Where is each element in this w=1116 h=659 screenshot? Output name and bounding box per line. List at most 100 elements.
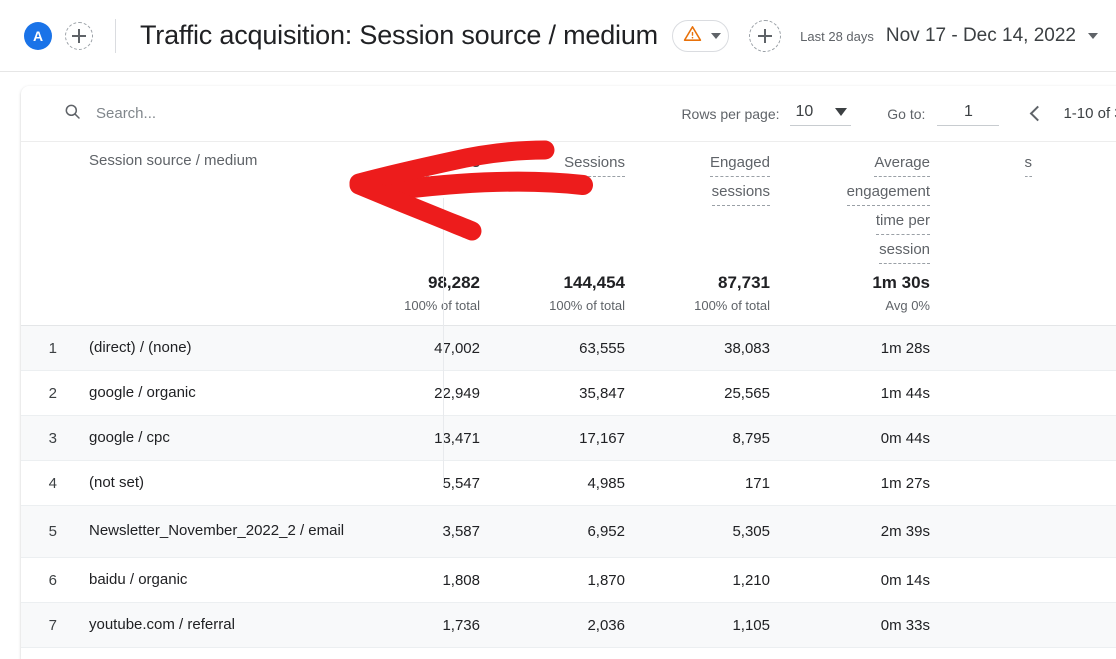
- row-users: 1,736: [357, 603, 502, 647]
- totals-engaged-value: 87,731: [718, 273, 770, 293]
- totals-avgtime-sub: Avg 0%: [885, 298, 930, 313]
- row-avg-engagement-time: 2m 39s: [792, 506, 952, 557]
- row-dimension[interactable]: (direct) / (none): [67, 326, 357, 370]
- row-engaged-sessions: 171: [647, 461, 792, 505]
- table-row[interactable]: 3google / cpc13,47117,1678,7950m 44s: [21, 416, 1116, 461]
- row-clipped: [952, 603, 1032, 647]
- row-dimension[interactable]: youtube.com / referral: [67, 603, 357, 647]
- table-header-row: Session source / medium ↓Users Sessions …: [21, 142, 1116, 260]
- plus-icon: [72, 29, 86, 43]
- metric-header-users[interactable]: ↓Users: [357, 142, 502, 260]
- totals-avgtime-value: 1m 30s: [872, 273, 930, 293]
- rows-per-page-select[interactable]: 10: [790, 101, 852, 126]
- table-row[interactable]: 5Newsletter_November_2022_2 / email3,587…: [21, 506, 1116, 558]
- row-index: 1: [21, 326, 67, 370]
- row-dimension[interactable]: (not set): [67, 461, 357, 505]
- row-engaged-sessions: 1,210: [647, 558, 792, 602]
- row-dimension[interactable]: Newsletter_November_2022_2 / email: [67, 506, 357, 557]
- dimension-column-header[interactable]: Session source / medium: [67, 142, 357, 260]
- metric-header-avg-engagement-time[interactable]: Averageengagementtime persession: [792, 142, 952, 260]
- row-index: 5: [21, 506, 67, 557]
- row-avg-engagement-time: 0m 33s: [792, 603, 952, 647]
- row-users: 3,587: [357, 506, 502, 557]
- metric-header-clipped[interactable]: s: [952, 142, 1032, 260]
- row-engaged-sessions: 25,565: [647, 371, 792, 415]
- row-users: 5,547: [357, 461, 502, 505]
- totals-engaged-sub: 100% of total: [694, 298, 770, 313]
- row-engaged-sessions: 38,083: [647, 326, 792, 370]
- search-input[interactable]: [96, 105, 356, 122]
- row-users: 1,808: [357, 558, 502, 602]
- row-clipped: [952, 371, 1032, 415]
- pagination-range: 1-10 of 33: [1063, 105, 1116, 122]
- row-dimension[interactable]: google / organic: [67, 371, 357, 415]
- metric-header-sessions[interactable]: Sessions: [502, 142, 647, 260]
- search-box[interactable]: [63, 102, 356, 126]
- date-range-label: Last 28 days: [800, 29, 874, 44]
- header-index-cell: [21, 142, 67, 260]
- data-warning-chip[interactable]: [672, 20, 729, 52]
- metric-header-line: Engaged: [710, 151, 770, 177]
- row-clipped: [952, 416, 1032, 460]
- chevron-down-icon[interactable]: [711, 33, 721, 39]
- row-avg-engagement-time: 1m 28s: [792, 326, 952, 370]
- totals-sessions: 144,454 100% of total: [502, 260, 647, 325]
- page-title: Traffic acquisition: Session source / me…: [140, 20, 658, 51]
- row-engaged-sessions: 8,795: [647, 416, 792, 460]
- table-row[interactable]: 2google / organic22,94935,84725,5651m 44…: [21, 371, 1116, 416]
- row-index: 6: [21, 558, 67, 602]
- add-property-button[interactable]: [65, 22, 93, 50]
- row-users: 47,002: [357, 326, 502, 370]
- row-dimension[interactable]: baidu / organic: [67, 558, 357, 602]
- avatar[interactable]: A: [24, 22, 52, 50]
- row-avg-engagement-time: 1m 44s: [792, 371, 952, 415]
- row-index: 7: [21, 603, 67, 647]
- totals-users-value: 98,282: [428, 273, 480, 293]
- goto-page-value: 1: [964, 103, 973, 120]
- metric-header-line: s: [1025, 151, 1033, 177]
- arrow-down-icon: ↓: [426, 151, 433, 173]
- table-body: 1(direct) / (none)47,00263,55538,0831m 2…: [21, 326, 1116, 648]
- metric-header-line: engagement: [847, 180, 930, 206]
- row-clipped: [952, 506, 1032, 557]
- row-avg-engagement-time: 0m 44s: [792, 416, 952, 460]
- chevron-left-icon[interactable]: [1025, 104, 1045, 124]
- add-comparison-button[interactable]: [749, 20, 781, 52]
- warning-triangle-icon: [683, 24, 702, 48]
- date-range-selector[interactable]: Last 28 days Nov 17 - Dec 14, 2022: [800, 25, 1098, 47]
- metric-header-engaged-sessions[interactable]: Engaged sessions: [647, 142, 792, 260]
- goto-label: Go to:: [887, 106, 925, 122]
- table-row[interactable]: 7youtube.com / referral1,7362,0361,1050m…: [21, 603, 1116, 648]
- search-icon: [63, 102, 82, 126]
- totals-users: 98,282 100% of total: [357, 260, 502, 325]
- totals-avgtime: 1m 30s Avg 0%: [792, 260, 952, 325]
- table-row[interactable]: 6baidu / organic1,8081,8701,2100m 14s: [21, 558, 1116, 603]
- goto-page-input[interactable]: 1: [937, 101, 999, 126]
- row-avg-engagement-time: 0m 14s: [792, 558, 952, 602]
- metric-header-line: Sessions: [564, 151, 625, 177]
- table-row[interactable]: 1(direct) / (none)47,00263,55538,0831m 2…: [21, 326, 1116, 371]
- table-row[interactable]: 4(not set)5,5474,9851711m 27s: [21, 461, 1116, 506]
- row-sessions: 4,985: [502, 461, 647, 505]
- row-dimension[interactable]: google / cpc: [67, 416, 357, 460]
- totals-dimension-cell: [67, 260, 357, 325]
- row-clipped: [952, 326, 1032, 370]
- totals-index-cell: [21, 260, 67, 325]
- row-clipped: [952, 558, 1032, 602]
- app-header: A Traffic acquisition: Session source / …: [0, 0, 1116, 72]
- totals-engaged: 87,731 100% of total: [647, 260, 792, 325]
- metric-header-line: session: [879, 238, 930, 264]
- row-index: 2: [21, 371, 67, 415]
- metric-header-line: ↓Users: [426, 151, 480, 177]
- row-engaged-sessions: 1,105: [647, 603, 792, 647]
- rows-per-page-label: Rows per page:: [681, 106, 779, 122]
- pagination-controls: Rows per page: 10 Go to: 1 1-10 of 33: [681, 101, 1116, 126]
- row-sessions: 63,555: [502, 326, 647, 370]
- metric-header-line: sessions: [712, 180, 770, 206]
- data-table: Session source / medium ↓Users Sessions …: [21, 142, 1116, 648]
- row-sessions: 17,167: [502, 416, 647, 460]
- row-sessions: 1,870: [502, 558, 647, 602]
- row-sessions: 2,036: [502, 603, 647, 647]
- chevron-down-icon[interactable]: [1088, 33, 1098, 39]
- row-sessions: 35,847: [502, 371, 647, 415]
